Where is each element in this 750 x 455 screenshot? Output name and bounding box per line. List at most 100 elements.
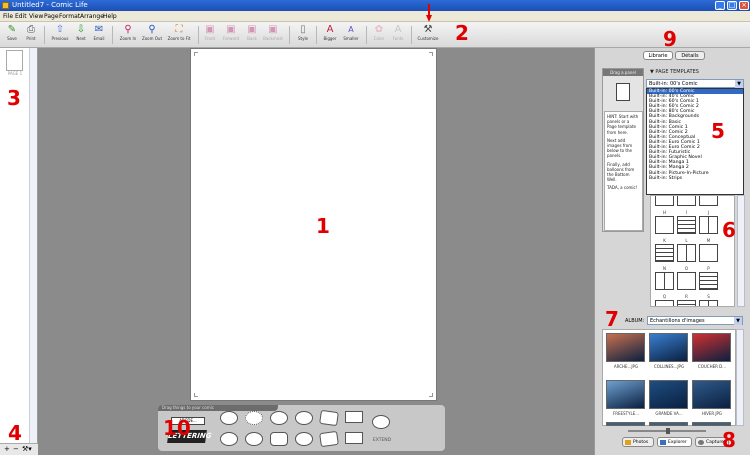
template-thumbnail[interactable] [699, 300, 718, 306]
panel-item[interactable] [616, 83, 630, 101]
template-thumbnail[interactable] [677, 300, 696, 306]
page-corner-mark [429, 52, 433, 56]
image-thumbnail[interactable] [692, 380, 731, 409]
minimize-button[interactable]: _ [715, 1, 725, 10]
customize-icon: ⚒ [423, 24, 433, 35]
speech-balloon-oval-2[interactable] [245, 432, 263, 446]
toolbar-divider [112, 26, 113, 44]
menu-page[interactable]: Page [44, 11, 59, 22]
template-thumbnail[interactable] [699, 216, 718, 234]
next-icon: ⇩ [76, 24, 86, 35]
speech-balloon-round[interactable] [220, 411, 238, 425]
extend-balloon[interactable] [372, 415, 390, 429]
shout-balloon[interactable] [319, 409, 339, 427]
template-thumbnail[interactable] [677, 196, 696, 206]
image-thumbnail[interactable] [649, 422, 688, 426]
comic-page[interactable] [190, 48, 437, 401]
menu-file[interactable]: File [3, 11, 13, 22]
customize-button[interactable]: ⚒ Customize [415, 23, 441, 47]
template-thumbnail[interactable] [699, 272, 718, 290]
tab-details[interactable]: Détails [675, 51, 705, 60]
email-button[interactable]: ✉ Email [91, 23, 107, 47]
color-button[interactable]: ✿ Color [371, 23, 387, 47]
canvas-area[interactable]: Drag things to your comic ABCDE... LETTE… [38, 48, 594, 455]
zoom-out-button[interactable]: ⚲ Zoom Out [141, 23, 163, 47]
thumbnail-size-slider[interactable] [622, 428, 712, 434]
image-label: COLLINES...JPG [653, 364, 685, 369]
style-button[interactable]: ▯ Style [294, 23, 312, 47]
album-select[interactable]: Echantillons d'images ▼ [647, 316, 743, 325]
template-thumbnail[interactable] [677, 244, 696, 262]
template-thumbnail[interactable] [699, 244, 718, 262]
front-button[interactable]: ▣ Front [202, 23, 218, 47]
tab-library[interactable]: Librarie [643, 51, 673, 60]
add-page-button[interactable]: + [4, 445, 10, 453]
template-option[interactable]: Built-in: Strips [647, 176, 743, 181]
image-thumbnail[interactable] [606, 422, 645, 426]
box-balloon-2[interactable] [345, 432, 363, 444]
image-thumbnail[interactable] [692, 333, 731, 362]
rounded-box-balloon[interactable] [270, 432, 288, 446]
template-grid-scrollbar[interactable] [737, 195, 745, 307]
previous-icon: ⇧ [55, 24, 65, 35]
template-thumbnail[interactable] [655, 300, 674, 306]
previous-button[interactable]: ⇧ Previous [49, 23, 71, 47]
page-list-scrollbar[interactable] [29, 48, 37, 443]
template-thumbnail[interactable] [699, 196, 718, 206]
next-button[interactable]: ⇩ Next [73, 23, 89, 47]
forward-button[interactable]: ▣ Forward [221, 23, 241, 47]
hint-line: Next add images from below to the panels… [607, 137, 633, 159]
close-button[interactable]: × [739, 1, 749, 10]
template-thumbnail[interactable] [677, 216, 696, 234]
template-label: P [707, 266, 710, 271]
arrow-down-icon [426, 4, 432, 22]
page-templates-label[interactable]: ▼ PAGE TEMPLATES [650, 69, 699, 75]
menu-arrange[interactable]: Arrange [80, 11, 104, 22]
save-button[interactable]: ✎ Save [4, 23, 20, 47]
page-templates-dropdown[interactable]: Built-in: 00's Comic Built-in: 40's Comic… [646, 88, 744, 195]
image-thumbnail[interactable] [606, 380, 645, 409]
zoom-fit-button[interactable]: ⛶ Zoom to Fit [166, 23, 192, 47]
page-templates-select[interactable]: Built-in: 00's Comic ▼ [646, 79, 744, 88]
bigger-button[interactable]: A Bigger [321, 23, 339, 47]
menu-view[interactable]: View [29, 11, 43, 22]
template-thumbnail[interactable] [655, 216, 674, 234]
box-balloon[interactable] [345, 411, 363, 423]
menu-edit[interactable]: Edit [15, 11, 27, 22]
image-thumbnail[interactable] [649, 380, 688, 409]
print-button[interactable]: ⎙ Print [23, 23, 39, 47]
page-thumbnail[interactable] [6, 50, 23, 71]
image-browser-scrollbar[interactable] [736, 329, 744, 426]
chevron-down-icon[interactable]: ▼ [734, 317, 742, 325]
image-label: ARCHE...JPG [613, 364, 639, 369]
backmost-button[interactable]: ▣ Backmost [262, 23, 284, 47]
back-icon: ▣ [247, 24, 257, 35]
fonts-icon: A [394, 24, 402, 35]
remove-page-button[interactable]: − [13, 445, 19, 453]
whisper-balloon[interactable] [245, 411, 263, 425]
speech-balloon-round-3[interactable] [295, 432, 313, 446]
chevron-down-icon[interactable]: ▼ [735, 80, 743, 88]
template-thumbnail[interactable] [655, 244, 674, 262]
shout-balloon-2[interactable] [319, 430, 339, 448]
speech-balloon-round-2[interactable] [220, 432, 238, 446]
image-thumbnail[interactable] [606, 333, 645, 362]
thought-balloon[interactable] [270, 411, 288, 425]
template-thumbnail[interactable] [677, 272, 696, 290]
fonts-button[interactable]: A Fonts [390, 23, 406, 47]
slider-knob[interactable] [666, 428, 670, 434]
maximize-button[interactable]: □ [727, 1, 737, 10]
smaller-button[interactable]: A Smaller [341, 23, 361, 47]
menu-help[interactable]: Help [103, 11, 117, 22]
image-thumbnail[interactable] [649, 333, 688, 362]
template-thumbnail[interactable] [655, 272, 674, 290]
page-actions-button[interactable]: ⚒▾ [22, 445, 32, 453]
menu-format[interactable]: Format [59, 11, 80, 22]
explorer-button[interactable]: Explorer [657, 437, 692, 447]
back-button[interactable]: ▣ Back [244, 23, 260, 47]
zoom-in-button[interactable]: ⚲ Zoom In [118, 23, 138, 47]
speech-balloon-oval[interactable] [295, 411, 313, 425]
template-thumbnail[interactable] [655, 196, 674, 206]
image-thumbnail[interactable] [692, 422, 731, 426]
photos-button[interactable]: Photos [622, 437, 654, 447]
